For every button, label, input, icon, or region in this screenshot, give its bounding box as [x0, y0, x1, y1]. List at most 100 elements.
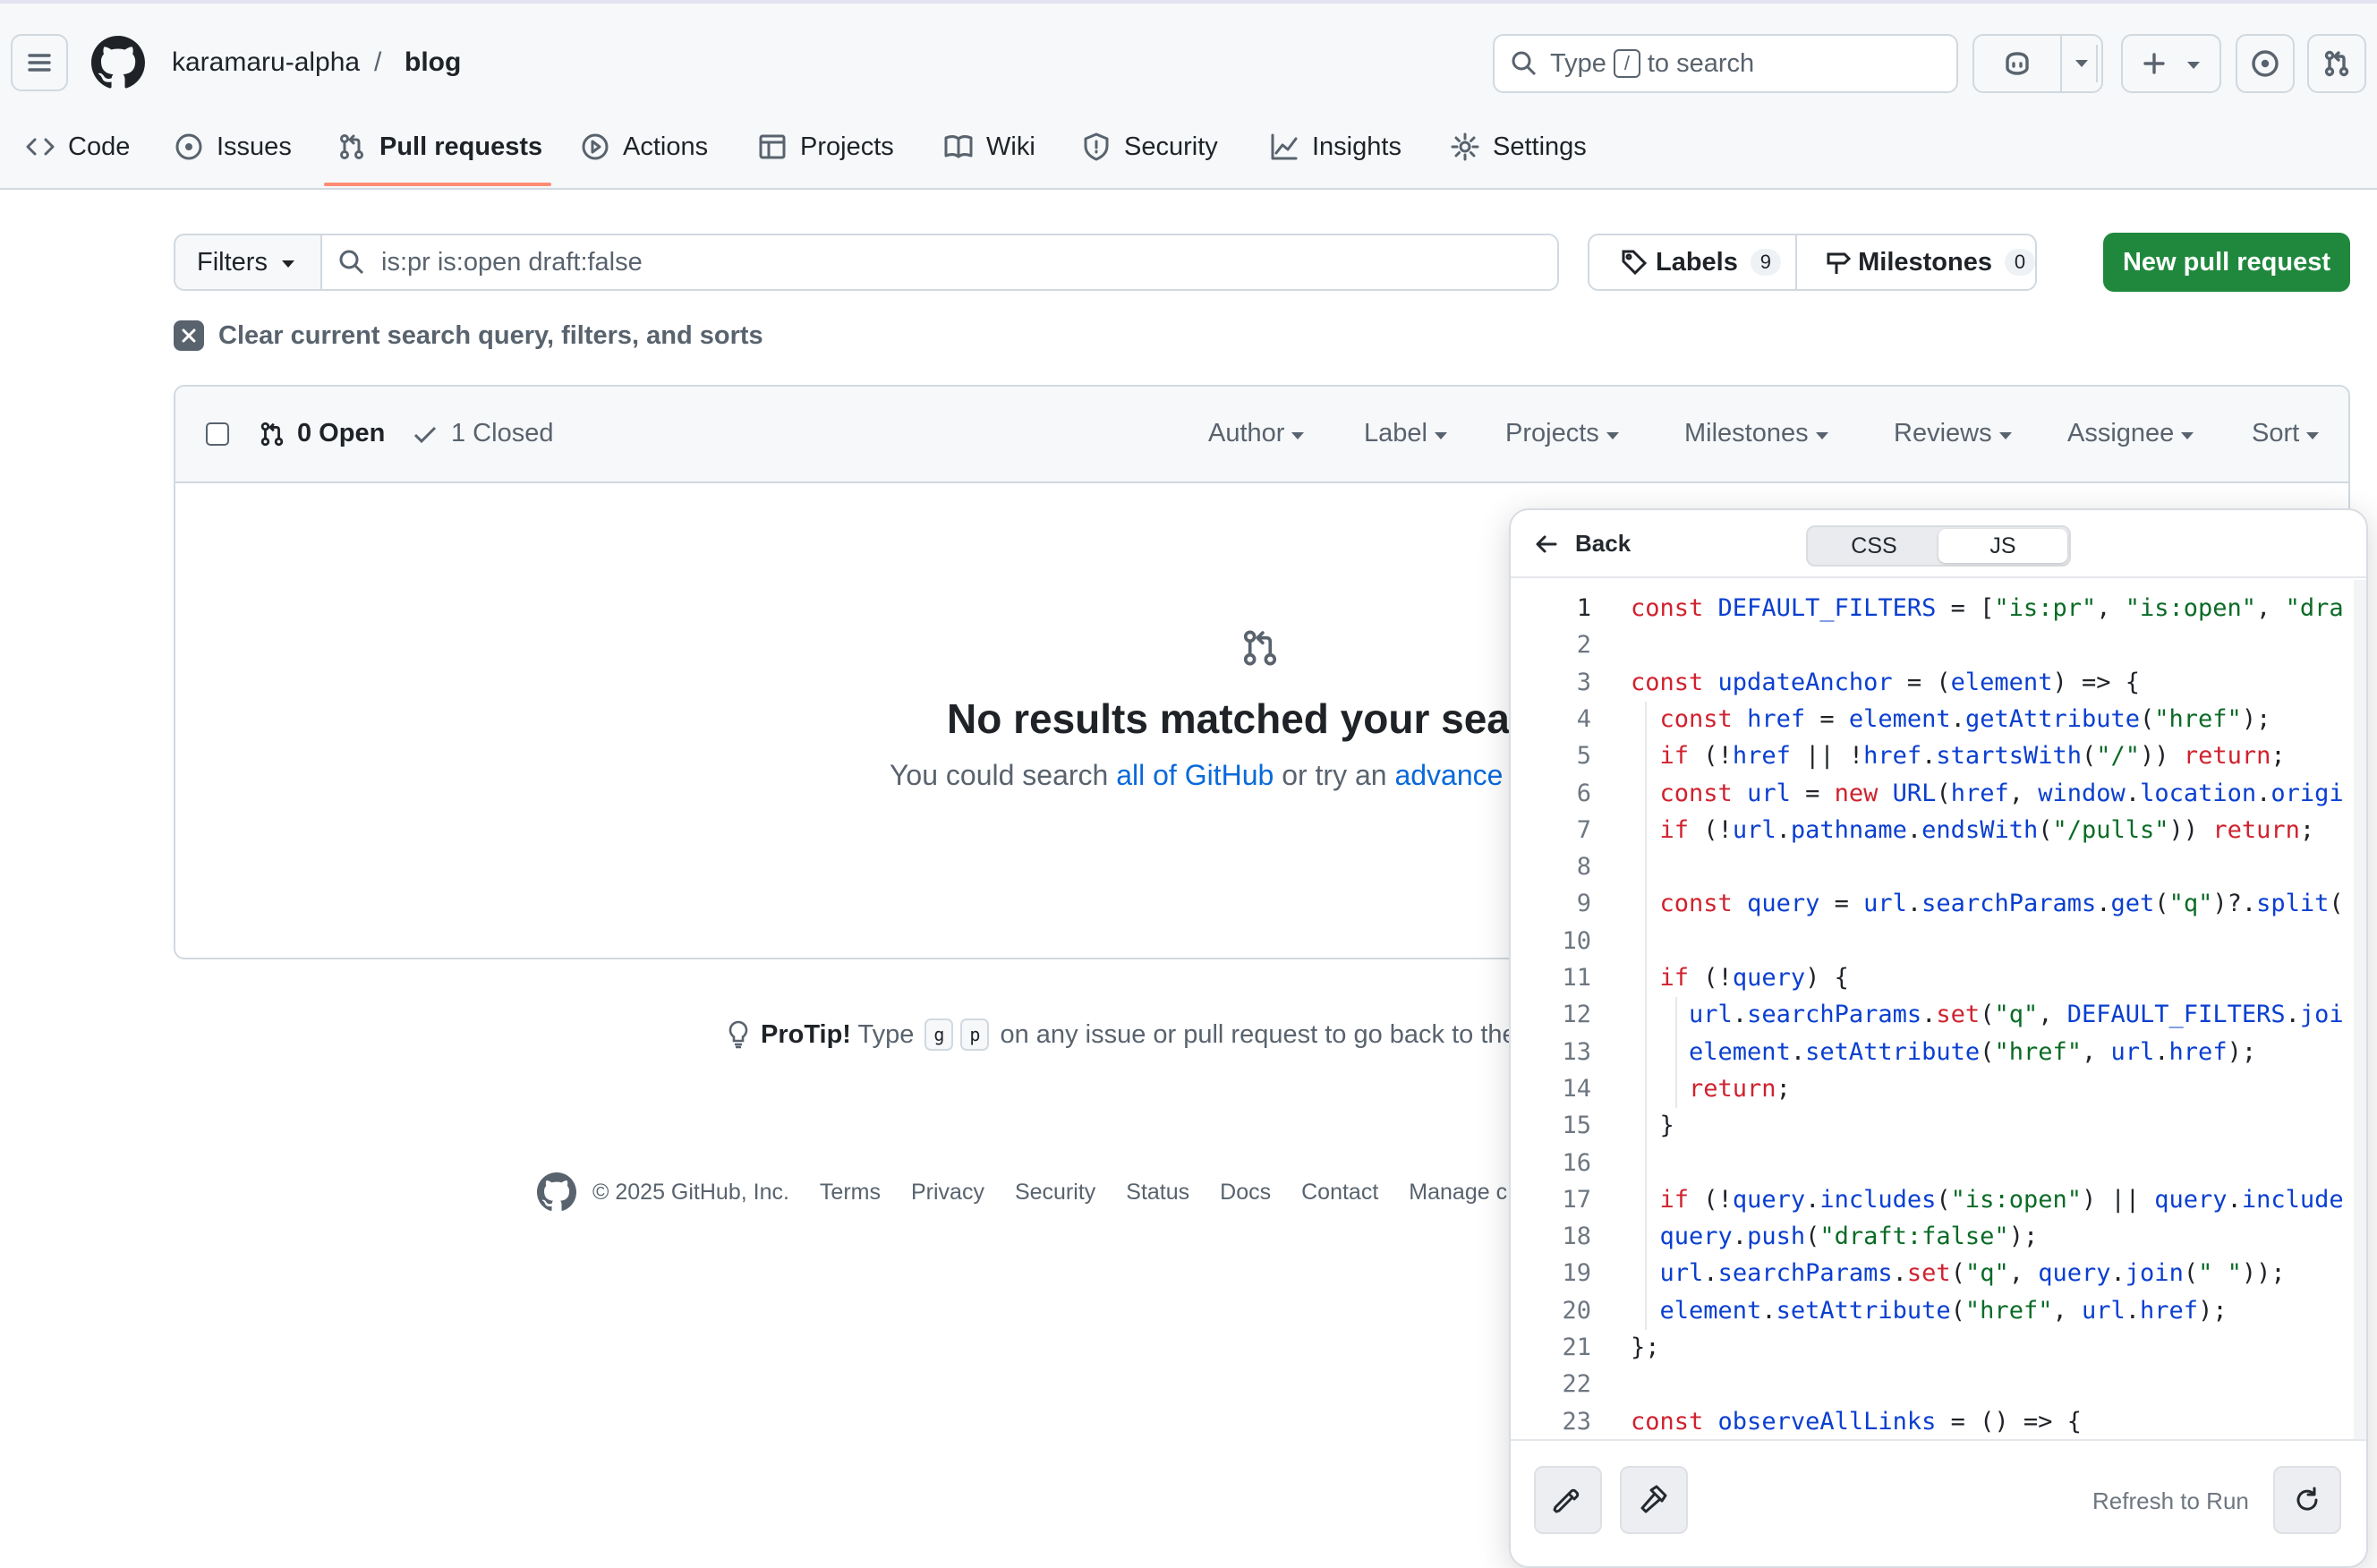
- line-number: 11: [1562, 964, 1591, 992]
- code-line: 12 url.searchParams.set("q", DEFAULT_FIL…: [1511, 997, 2366, 1033]
- code-text: const href = element.getAttribute("href"…: [1659, 704, 2271, 733]
- open-count-label: 0 Open: [297, 419, 386, 447]
- author-filter[interactable]: Author: [1208, 419, 1305, 448]
- tab-wiki[interactable]: Wiki: [943, 127, 1035, 166]
- breadcrumb-owner[interactable]: karamaru-alpha: [172, 46, 360, 80]
- footer-link-manage-cookies[interactable]: Manage c: [1409, 1180, 1507, 1206]
- picker-button[interactable]: [1534, 1466, 1602, 1534]
- github-mark-icon[interactable]: [537, 1172, 576, 1212]
- clear-filters-link[interactable]: Clear current search query, filters, and…: [174, 320, 763, 351]
- code-text: url.searchParams.set("q", query.join(" "…: [1659, 1259, 2286, 1288]
- tab-label: Insights: [1312, 132, 1401, 161]
- advanced-search-link[interactable]: advance: [1394, 759, 1503, 791]
- open-filter-link[interactable]: 0 Open: [258, 419, 385, 448]
- sort-filter[interactable]: Sort: [2252, 419, 2320, 448]
- build-button[interactable]: [1620, 1466, 1688, 1534]
- code-text: const observeAllLinks = () => {: [1631, 1407, 2082, 1436]
- copilot-button[interactable]: [1972, 34, 2062, 93]
- filter-search-input[interactable]: is:pr is:open draft:false: [322, 235, 1557, 289]
- line-number: 2: [1576, 631, 1591, 660]
- label-filter[interactable]: Label: [1364, 419, 1447, 448]
- line-number: 15: [1562, 1112, 1591, 1140]
- code-editor[interactable]: 1 const DEFAULT_FILTERS = ["is:pr", "is:o…: [1511, 591, 2366, 1498]
- site-footer: © 2025 GitHub, Inc. Terms Privacy Securi…: [537, 1172, 1507, 1212]
- global-search-input[interactable]: Type / to search: [1493, 34, 1958, 93]
- milestones-filter[interactable]: Milestones: [1684, 419, 1828, 448]
- labels-milestones-group: Labels 9 Milestones 0: [1588, 234, 2037, 291]
- filters-label: Filters: [197, 247, 268, 277]
- search-all-github-link[interactable]: all of GitHub: [1116, 759, 1274, 791]
- line-number: 10: [1562, 926, 1591, 955]
- pull-request-icon: [340, 134, 363, 159]
- assignee-filter[interactable]: Assignee: [2067, 419, 2194, 448]
- line-number: 9: [1576, 890, 1591, 918]
- new-pull-request-button[interactable]: New pull request: [2103, 233, 2350, 292]
- reviews-filter[interactable]: Reviews: [1894, 419, 2012, 448]
- arrow-left-icon: [1536, 535, 1557, 552]
- hammer-icon: [1640, 1485, 1667, 1513]
- tab-code[interactable]: Code: [25, 127, 130, 166]
- tab-security[interactable]: Security: [1081, 127, 1218, 166]
- tab-projects[interactable]: Projects: [757, 127, 894, 166]
- code-text: url.searchParams.set("q", DEFAULT_FILTER…: [1689, 1001, 2344, 1029]
- chevron-down-icon: [2075, 60, 2088, 67]
- milestone-icon: [1827, 252, 1852, 274]
- issue-icon: [2252, 50, 2279, 77]
- footer-link-terms[interactable]: Terms: [820, 1180, 881, 1206]
- tab-label: Settings: [1493, 132, 1587, 161]
- github-logo-icon[interactable]: [91, 36, 145, 89]
- tab-issues[interactable]: Issues: [174, 127, 292, 166]
- filters-dropdown-button[interactable]: Filters: [175, 235, 322, 289]
- chevron-down-icon: [281, 260, 294, 268]
- issues-button[interactable]: [2236, 34, 2295, 93]
- line-number: 4: [1576, 704, 1591, 733]
- labels-button[interactable]: Labels 9: [1589, 235, 1798, 289]
- tab-insights[interactable]: Insights: [1269, 127, 1401, 166]
- refresh-icon: [2296, 1487, 2318, 1511]
- create-new-button[interactable]: [2121, 34, 2221, 93]
- chevron-down-icon: [2187, 62, 2200, 69]
- footer-link-contact[interactable]: Contact: [1301, 1180, 1378, 1206]
- tab-label: Projects: [800, 132, 894, 161]
- milestones-count-badge: 0: [2005, 249, 2035, 276]
- tab-settings[interactable]: Settings: [1450, 127, 1587, 166]
- language-toggle: CSS JS: [1806, 525, 2071, 567]
- menu-button[interactable]: [11, 34, 68, 91]
- search-shortcut-key: /: [1613, 49, 1640, 78]
- tab-pull-requests[interactable]: Pull requests: [337, 127, 542, 166]
- code-text: query.push("draft:false");: [1659, 1223, 2039, 1251]
- shortcut-key-g: g: [924, 1018, 954, 1051]
- tab-actions[interactable]: Actions: [580, 127, 708, 166]
- refresh-button[interactable]: [2273, 1466, 2341, 1534]
- protip: ProTip! Type g p on any issue or pull re…: [725, 1018, 1517, 1051]
- line-number: 23: [1562, 1407, 1591, 1436]
- footer-link-security[interactable]: Security: [1015, 1180, 1095, 1206]
- footer-link-docs[interactable]: Docs: [1220, 1180, 1271, 1206]
- milestones-button[interactable]: Milestones 0: [1797, 235, 2035, 289]
- code-text: const url = new URL(href, window.locatio…: [1659, 779, 2344, 807]
- header-divider: [2096, 45, 2098, 82]
- code-text: const updateAnchor = (element) => {: [1631, 668, 2140, 696]
- select-all-checkbox[interactable]: [206, 422, 229, 446]
- code-line: 19 url.searchParams.set("q", query.join(…: [1511, 1256, 2366, 1291]
- projects-filter[interactable]: Projects: [1505, 419, 1619, 448]
- closed-filter-link[interactable]: 1 Closed: [412, 419, 553, 448]
- tab-js[interactable]: JS: [1938, 529, 2067, 563]
- code-line: 16: [1511, 1146, 2366, 1181]
- pull-requests-button[interactable]: [2307, 34, 2366, 93]
- code-text: return;: [1689, 1074, 1791, 1103]
- footer-link-status[interactable]: Status: [1126, 1180, 1189, 1206]
- refresh-to-run-label: Refresh to Run: [2092, 1487, 2249, 1514]
- breadcrumb-repo[interactable]: blog: [405, 46, 461, 80]
- code-line: 8: [1511, 849, 2366, 885]
- code-line: 23 const observeAllLinks = () => {: [1511, 1404, 2366, 1440]
- code-text: const query = url.searchParams.get("q")?…: [1659, 890, 2344, 918]
- tab-css[interactable]: CSS: [1810, 529, 1938, 563]
- back-button[interactable]: Back: [1534, 530, 1631, 558]
- code-line: 18 query.push("draft:false");: [1511, 1219, 2366, 1255]
- footer-link-privacy[interactable]: Privacy: [911, 1180, 984, 1206]
- shield-icon: [1084, 132, 1109, 161]
- code-line: 17 if (!query.includes("is:open") || que…: [1511, 1182, 2366, 1218]
- line-number: 16: [1562, 1148, 1591, 1177]
- code-line: 1 const DEFAULT_FILTERS = ["is:pr", "is:o…: [1511, 591, 2366, 626]
